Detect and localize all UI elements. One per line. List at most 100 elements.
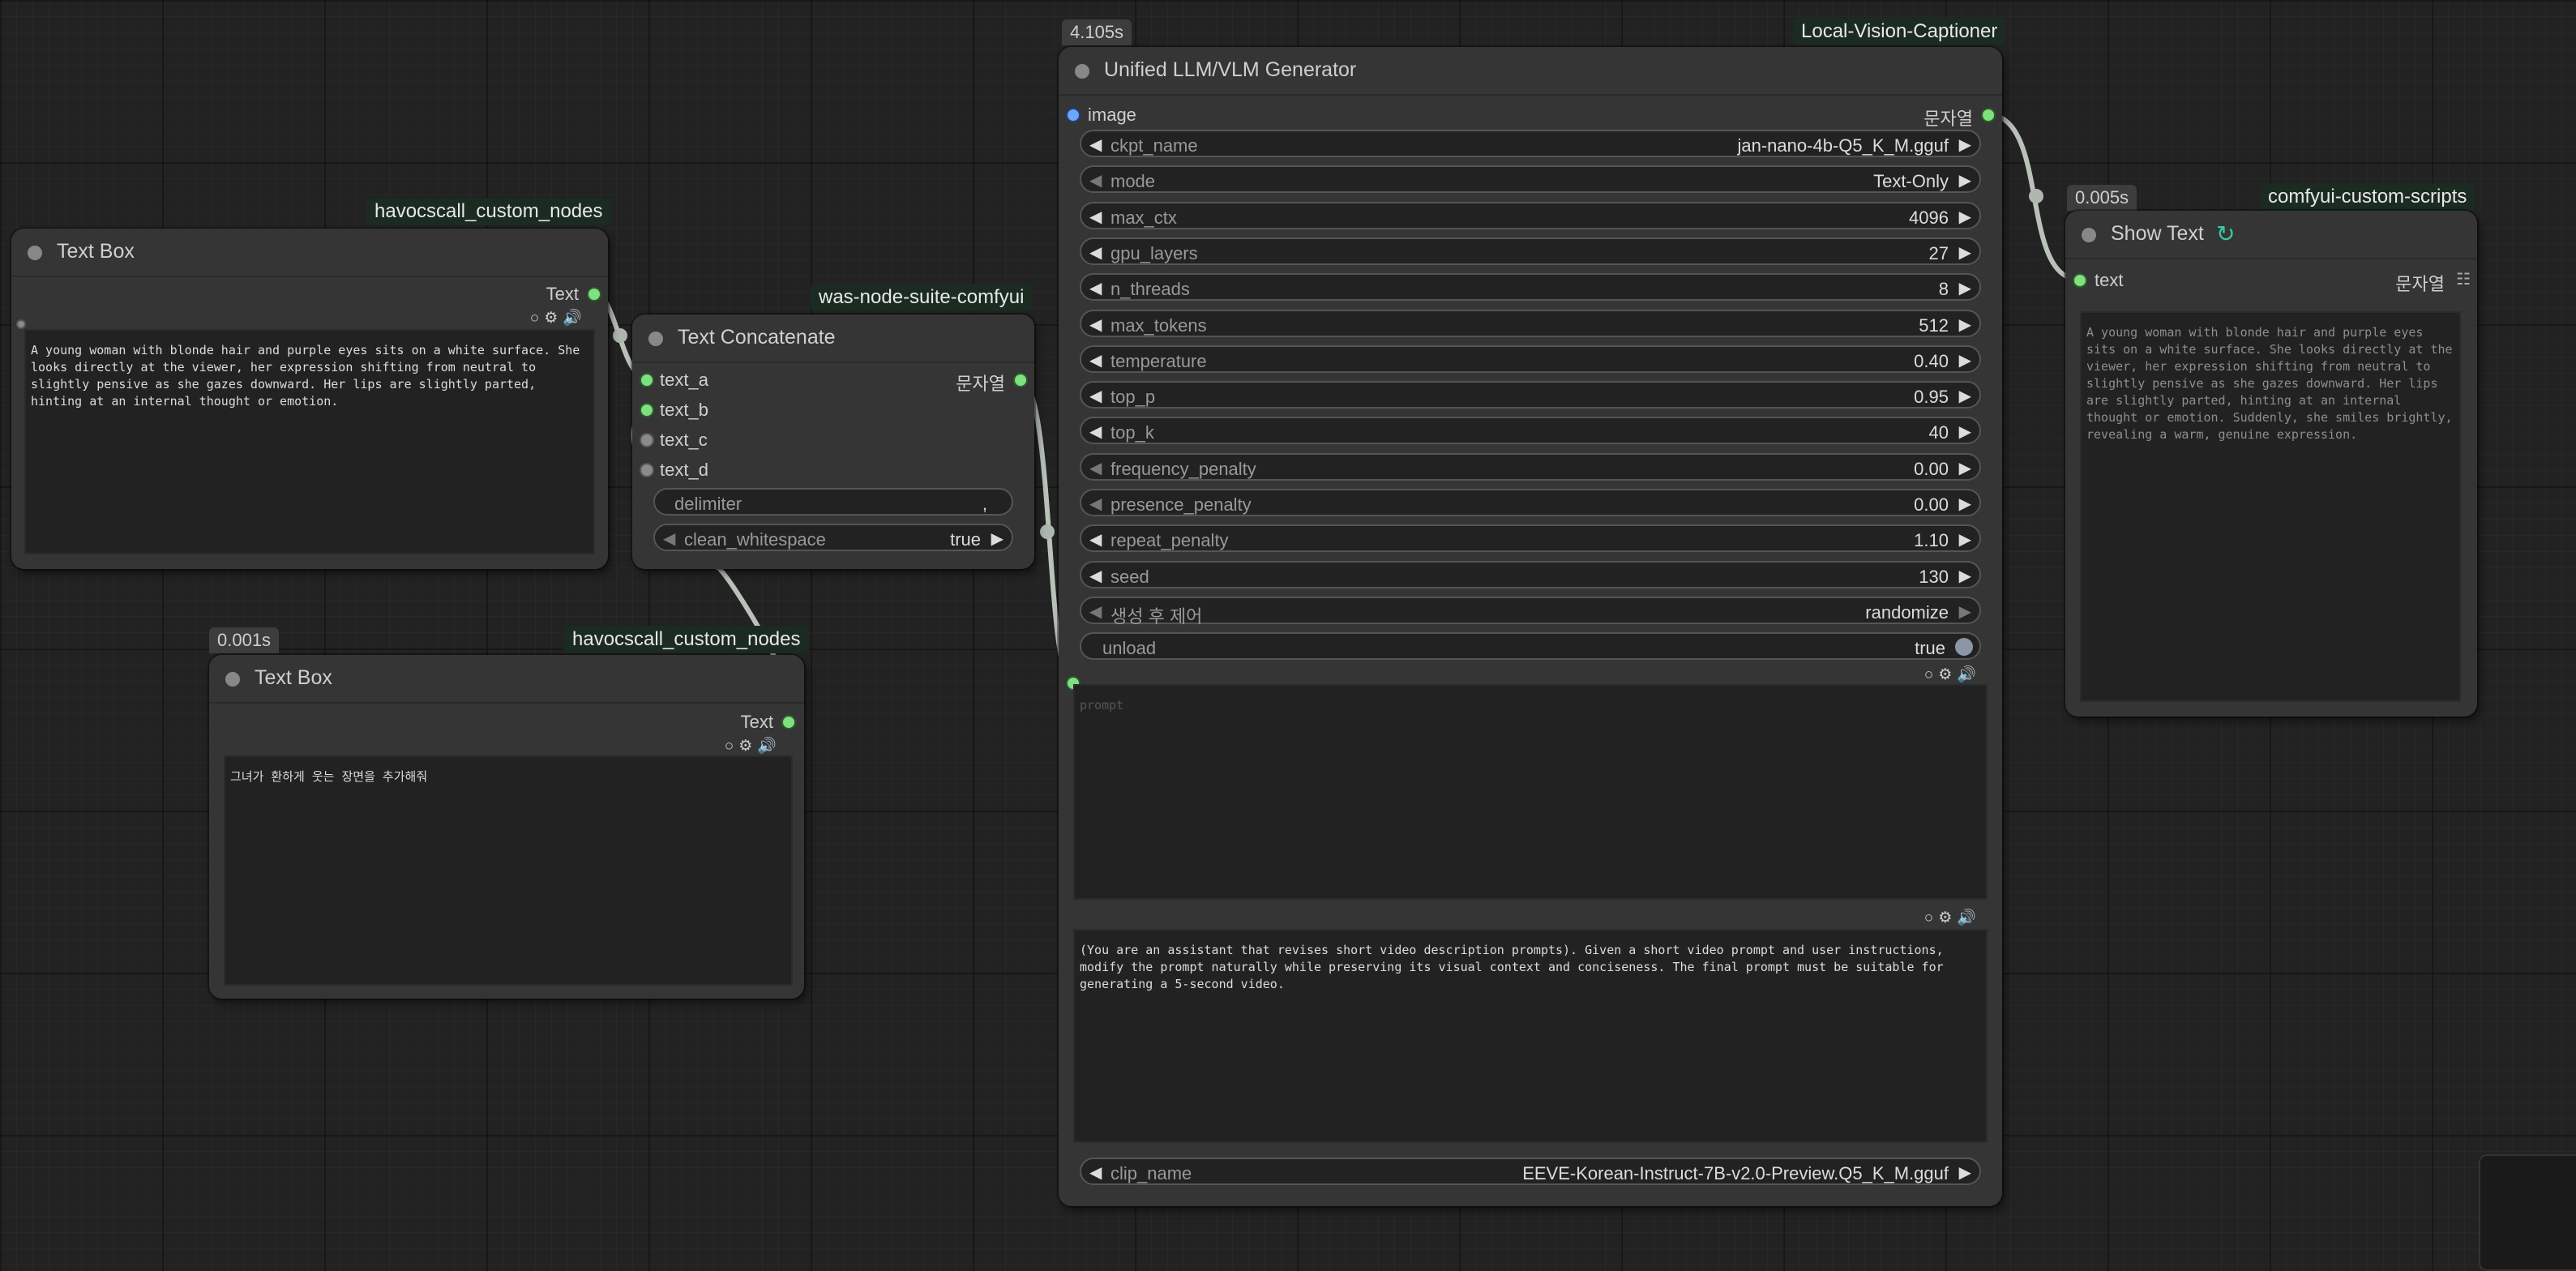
decrement-arrow-icon[interactable]: ◀	[1089, 170, 1102, 190]
output-slot-string[interactable]	[1981, 108, 1996, 122]
speaker-icon[interactable]: 🔊	[1957, 666, 1981, 683]
widget-label: ckpt_name	[1110, 135, 1198, 156]
input-label-image: image	[1088, 105, 1136, 125]
widget-2[interactable]: ◀ max_ctx 4096 ▶	[1080, 202, 1981, 229]
speaker-icon[interactable]: 🔊	[1957, 909, 1981, 927]
increment-arrow-icon[interactable]: ▶	[1959, 529, 1971, 550]
increment-arrow-icon[interactable]: ▶	[1959, 207, 1971, 227]
node-title-bar[interactable]: Unified LLM/VLM Generator	[1059, 47, 2002, 96]
unload-toggle[interactable]: unload true	[1080, 632, 1981, 660]
output-slot-string[interactable]	[1013, 373, 1028, 387]
widget-1[interactable]: ◀ mode Text-Only ▶	[1080, 165, 1981, 193]
speaker-icon[interactable]: 🔊	[757, 738, 781, 755]
increment-arrow-icon[interactable]: ▶	[1959, 386, 1971, 406]
input-slot-text-c[interactable]	[640, 433, 654, 447]
collapse-dot-icon[interactable]	[2082, 228, 2096, 242]
circle-icon[interactable]: ○	[725, 738, 738, 755]
input-slot-text-b[interactable]	[640, 403, 654, 417]
decrement-arrow-icon[interactable]: ◀	[1089, 207, 1102, 227]
clip-name-combo[interactable]: ◀ clip_name EEVE-Korean-Instruct-7B-v2.0…	[1080, 1158, 1981, 1185]
gear-icon[interactable]: ⚙	[738, 738, 757, 755]
widget-12[interactable]: ◀ seed 130 ▶	[1080, 561, 1981, 588]
widget-9[interactable]: ◀ frequency_penalty 0.00 ▶	[1080, 453, 1981, 481]
decrement-arrow-icon[interactable]: ◀	[663, 529, 675, 549]
increment-arrow-icon[interactable]: ▶	[1959, 350, 1971, 370]
text-box-node[interactable]: Text Box Text ○⚙🔊 A young woman with blo…	[11, 229, 608, 569]
decrement-arrow-icon[interactable]: ◀	[1089, 315, 1102, 335]
increment-arrow-icon[interactable]: ▶	[1959, 422, 1971, 442]
collapse-dot-icon[interactable]	[648, 332, 663, 346]
system-prompt-input[interactable]: (You are an assistant that revises short…	[1073, 929, 1988, 1143]
widget-8[interactable]: ◀ top_k 40 ▶	[1080, 417, 1981, 444]
increment-arrow-icon[interactable]: ▶	[1959, 315, 1971, 335]
node-source-badge: Local-Vision-Captioner	[1793, 18, 2006, 45]
increment-arrow-icon[interactable]: ▶	[1959, 1162, 1971, 1183]
minimap-panel[interactable]	[2479, 1154, 2576, 1271]
input-slot-text-d[interactable]	[640, 463, 654, 477]
increment-arrow-icon[interactable]: ▶	[991, 529, 1003, 549]
widget-4[interactable]: ◀ n_threads 8 ▶	[1080, 273, 1981, 301]
text-input-area[interactable]: 그녀가 환하게 웃는 장면을 추가해줘	[224, 755, 793, 986]
collapse-dot-icon[interactable]	[1075, 64, 1089, 79]
widget-6[interactable]: ◀ temperature 0.40 ▶	[1080, 345, 1981, 373]
widget-5[interactable]: ◀ max_tokens 512 ▶	[1080, 310, 1981, 337]
output-label-text: Text	[740, 712, 773, 732]
toggle-knob[interactable]	[1955, 638, 1973, 656]
circle-icon[interactable]: ○	[1924, 909, 1938, 927]
text-concatenate-node[interactable]: Text Concatenate text_a text_b text_c te…	[632, 315, 1034, 569]
increment-arrow-icon[interactable]: ▶	[1959, 242, 1971, 263]
increment-arrow-icon[interactable]: ▶	[1959, 458, 1971, 478]
decrement-arrow-icon[interactable]: ◀	[1089, 458, 1102, 478]
text-box-node[interactable]: Text Box Text ○⚙🔊 그녀가 환하게 웃는 장면을 추가해줘	[209, 655, 804, 999]
output-slot-text[interactable]	[781, 715, 796, 730]
circle-icon[interactable]: ○	[530, 310, 544, 327]
input-slot-text[interactable]	[2073, 273, 2087, 288]
increment-arrow-icon[interactable]: ▶	[1959, 566, 1971, 586]
input-slot-text[interactable]	[16, 319, 26, 329]
collapse-dot-icon[interactable]	[28, 246, 42, 260]
increment-arrow-icon[interactable]: ▶	[1959, 135, 1971, 155]
node-title-bar[interactable]: Show Text ↻	[2065, 211, 2477, 259]
widget-11[interactable]: ◀ repeat_penalty 1.10 ▶	[1080, 524, 1981, 552]
increment-arrow-icon[interactable]: ▶	[1959, 278, 1971, 298]
decrement-arrow-icon[interactable]: ◀	[1089, 350, 1102, 370]
clean-whitespace-toggle[interactable]: ◀ clean_whitespace true ▶	[653, 524, 1013, 551]
circle-icon[interactable]: ○	[1924, 666, 1938, 683]
increment-arrow-icon[interactable]: ▶	[1959, 601, 1971, 622]
decrement-arrow-icon[interactable]: ◀	[1089, 1162, 1102, 1183]
increment-arrow-icon[interactable]: ▶	[1959, 170, 1971, 190]
widget-value: true	[950, 529, 981, 550]
text-input-area[interactable]: A young woman with blonde hair and purpl…	[24, 329, 595, 554]
llm-vlm-generator-node[interactable]: Unified LLM/VLM Generator image 문자열 ◀ ckp…	[1059, 47, 2002, 1206]
node-title-bar[interactable]: Text Concatenate	[632, 315, 1034, 363]
node-title-bar[interactable]: Text Box	[209, 655, 804, 704]
output-slot-text[interactable]	[587, 287, 601, 302]
show-text-node[interactable]: Show Text ↻ text 문자열 ☷ A young woman wit…	[2065, 211, 2477, 717]
gear-icon[interactable]: ⚙	[1938, 909, 1957, 927]
collapse-dot-icon[interactable]	[225, 672, 240, 687]
decrement-arrow-icon[interactable]: ◀	[1089, 278, 1102, 298]
widget-0[interactable]: ◀ ckpt_name jan-nano-4b-Q5_K_M.gguf ▶	[1080, 130, 1981, 157]
decrement-arrow-icon[interactable]: ◀	[1089, 422, 1102, 442]
widget-10[interactable]: ◀ presence_penalty 0.00 ▶	[1080, 489, 1981, 516]
input-slot-text-a[interactable]	[640, 373, 654, 387]
widget-7[interactable]: ◀ top_p 0.95 ▶	[1080, 381, 1981, 409]
node-title-bar[interactable]: Text Box	[11, 229, 608, 277]
prompt-input[interactable]: prompt	[1073, 684, 1988, 900]
widget-3[interactable]: ◀ gpu_layers 27 ▶	[1080, 238, 1981, 265]
delimiter-field[interactable]: delimiter ,	[653, 488, 1013, 516]
decrement-arrow-icon[interactable]: ◀	[1089, 135, 1102, 155]
decrement-arrow-icon[interactable]: ◀	[1089, 529, 1102, 550]
gear-icon[interactable]: ⚙	[1938, 666, 1957, 683]
decrement-arrow-icon[interactable]: ◀	[1089, 386, 1102, 406]
decrement-arrow-icon[interactable]: ◀	[1089, 566, 1102, 586]
decrement-arrow-icon[interactable]: ◀	[1089, 494, 1102, 514]
decrement-arrow-icon[interactable]: ◀	[1089, 601, 1102, 622]
input-slot-image[interactable]	[1066, 108, 1080, 122]
widget-13[interactable]: ◀ 생성 후 제어 randomize ▶	[1080, 597, 1981, 627]
speaker-icon[interactable]: 🔊	[563, 310, 587, 327]
decrement-arrow-icon[interactable]: ◀	[1089, 242, 1102, 263]
increment-arrow-icon[interactable]: ▶	[1959, 494, 1971, 514]
grid-icon[interactable]: ☷	[2456, 269, 2471, 289]
gear-icon[interactable]: ⚙	[544, 310, 563, 327]
